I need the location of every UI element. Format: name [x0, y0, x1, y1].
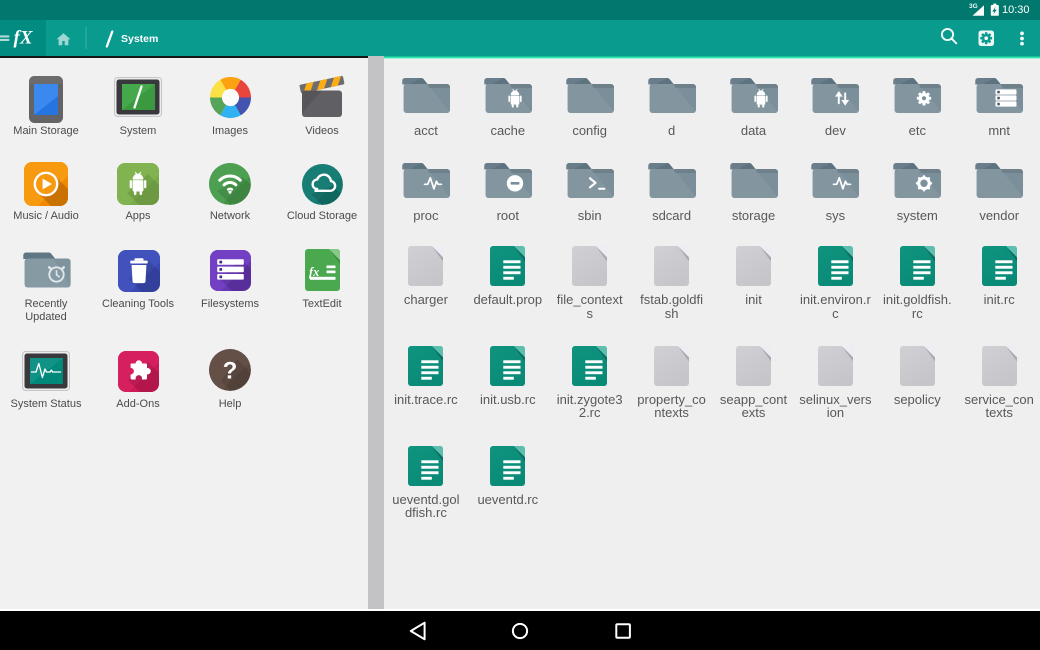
- svg-text:3G: 3G: [969, 3, 978, 10]
- svg-text:fX: fX: [14, 28, 34, 49]
- svg-text:?: ?: [223, 358, 238, 385]
